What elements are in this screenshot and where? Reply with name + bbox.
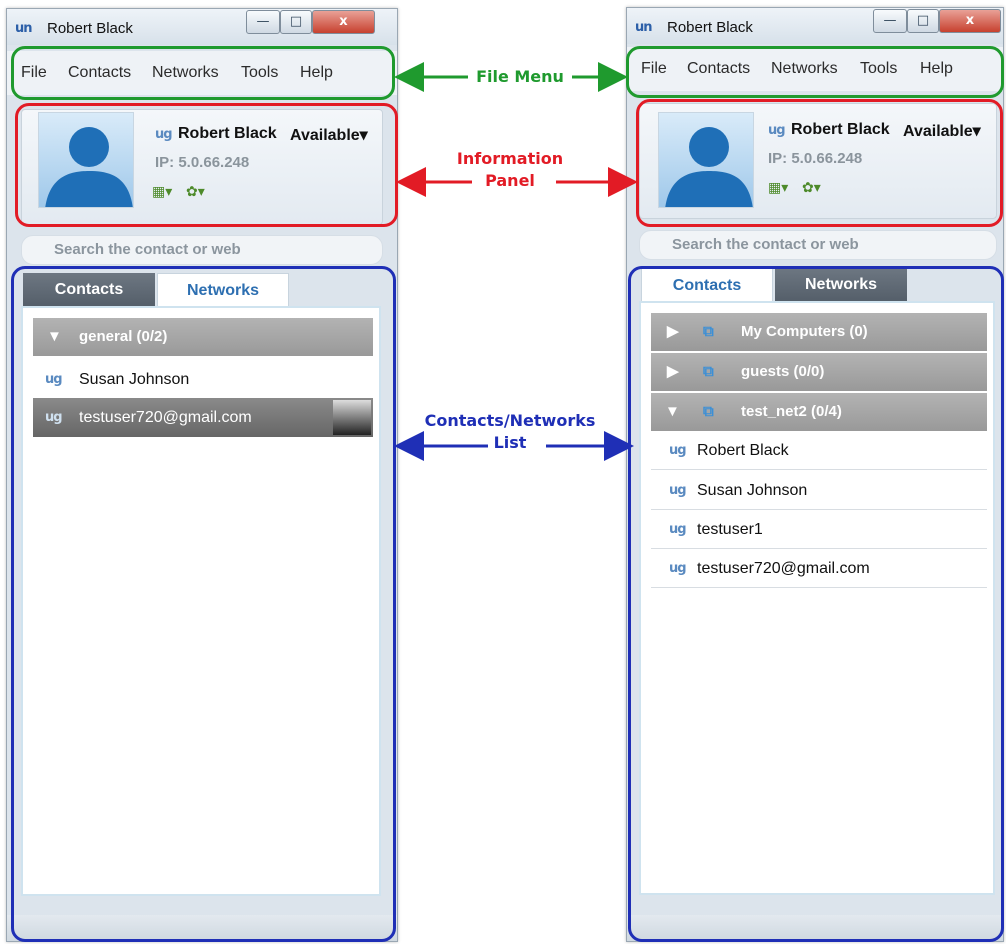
group-label: guests (0/0) (741, 363, 825, 380)
menu-file[interactable]: File (21, 64, 47, 82)
search-input[interactable]: Search the contact or web (21, 235, 383, 265)
group-dropdown-icon[interactable]: ✿▾ (186, 184, 214, 204)
ug-contact-icon: ug (669, 443, 687, 458)
contact-name: testuser1 (697, 521, 763, 538)
group-header[interactable]: ▼ general (0/2) (33, 318, 373, 356)
menu-networks[interactable]: Networks (771, 60, 838, 78)
message-dropdown-icon[interactable]: ▦▾ (768, 180, 796, 200)
expand-triangle-icon: ▶ (667, 323, 679, 340)
menu-networks[interactable]: Networks (152, 64, 219, 82)
contact-name: Robert Black (697, 442, 789, 459)
window-title: Robert Black (47, 20, 133, 37)
close-button[interactable]: x (939, 9, 1001, 33)
list-item[interactable]: ug Susan Johnson (23, 360, 379, 399)
user-name: Robert Black (178, 125, 277, 142)
message-dropdown-icon[interactable]: ▦▾ (152, 184, 180, 204)
status-bar (7, 915, 397, 941)
ip-address: IP: 5.0.66.248 (768, 150, 863, 167)
contact-name: testuser720@gmail.com (697, 560, 870, 577)
titlebar: un Robert Black — □ x (7, 9, 397, 45)
tab-networks[interactable]: Networks (157, 273, 289, 307)
contact-name: Susan Johnson (79, 371, 190, 388)
window-title: Robert Black (667, 19, 753, 36)
file-menu-label: File Menu (476, 67, 564, 86)
group-dropdown-icon[interactable]: ✿▾ (802, 180, 830, 200)
ip-address: IP: 5.0.66.248 (155, 154, 250, 171)
information-panel: ug Robert Black Available▾ IP: 5.0.66.24… (21, 109, 383, 225)
network-group[interactable]: ▶ ⧉ My Computers (0) (651, 313, 987, 351)
menu-contacts[interactable]: Contacts (687, 60, 750, 78)
maximize-button[interactable]: □ (907, 9, 939, 33)
network-group[interactable]: ▶ ⧉ guests (0/0) (651, 353, 987, 391)
tab-networks[interactable]: Networks (775, 268, 907, 302)
ug-status-icon: ug (768, 123, 786, 138)
app-logo-icon: un (15, 21, 33, 36)
contacts-list: ▼ general (0/2) ug Susan Johnson ug test… (21, 306, 381, 896)
menu-file[interactable]: File (641, 60, 667, 78)
list-item[interactable]: ug Susan Johnson (651, 471, 987, 510)
search-input[interactable]: Search the contact or web (639, 230, 997, 260)
menu-help[interactable]: Help (920, 60, 953, 78)
status-label: Available (903, 123, 973, 140)
menu-tools[interactable]: Tools (860, 60, 897, 78)
app-logo-icon: un (635, 20, 653, 35)
menu-help[interactable]: Help (300, 64, 333, 82)
group-label: test_net2 (0/4) (741, 403, 842, 420)
ug-contact-icon: ug (45, 410, 63, 425)
contact-name: testuser720@gmail.com (79, 409, 252, 426)
list-item[interactable]: ug testuser720@gmail.com (33, 398, 373, 437)
titlebar: un Robert Black — □ x (627, 8, 1003, 44)
user-name: Robert Black (791, 121, 890, 138)
maximize-button[interactable]: □ (280, 10, 312, 34)
group-label: My Computers (0) (741, 323, 868, 340)
contact-avatar (333, 400, 371, 435)
list-item[interactable]: ug Robert Black (651, 431, 987, 470)
information-panel: ug Robert Black Available▾ IP: 5.0.66.24… (639, 103, 997, 219)
status-dropdown[interactable]: Available▾ (903, 121, 981, 141)
close-button[interactable]: x (312, 10, 375, 34)
network-group[interactable]: ▼ ⧉ test_net2 (0/4) (651, 393, 987, 431)
contact-name: Susan Johnson (697, 482, 808, 499)
menu-contacts[interactable]: Contacts (68, 64, 131, 82)
minimize-button[interactable]: — (873, 9, 907, 33)
ug-contact-icon: ug (669, 522, 687, 537)
status-dropdown[interactable]: Available▾ (290, 125, 368, 145)
list-item[interactable]: ug testuser720@gmail.com (651, 549, 987, 588)
network-icon: ⧉ (703, 403, 714, 420)
ug-status-icon: ug (155, 127, 173, 142)
minimize-button[interactable]: — (246, 10, 280, 34)
ug-contact-icon: ug (45, 372, 63, 387)
group-label: general (0/2) (79, 328, 168, 345)
right-window: un Robert Black — □ x File Contacts Netw… (626, 7, 1004, 942)
ug-contact-icon: ug (669, 483, 687, 498)
avatar[interactable] (38, 112, 134, 208)
ug-contact-icon: ug (669, 561, 687, 576)
networks-list: ▶ ⧉ My Computers (0) ▶ ⧉ guests (0/0) ▼ … (639, 301, 995, 895)
menu-bar: File Contacts Networks Tools Help (7, 51, 397, 95)
menu-tools[interactable]: Tools (241, 64, 278, 82)
avatar[interactable] (658, 112, 754, 208)
menu-bar: File Contacts Networks Tools Help (627, 47, 1003, 91)
status-bar (627, 915, 1003, 941)
network-icon: ⧉ (703, 363, 714, 380)
expand-triangle-icon: ▼ (665, 403, 680, 420)
list-label: Contacts/Networks List (424, 411, 596, 452)
network-icon: ⧉ (703, 323, 714, 340)
tab-contacts[interactable]: Contacts (641, 268, 773, 302)
list-item[interactable]: ug testuser1 (651, 510, 987, 549)
tab-contacts[interactable]: Contacts (23, 273, 155, 307)
left-window: un Robert Black — □ x File Contacts Netw… (6, 8, 398, 942)
expand-triangle-icon: ▼ (47, 328, 62, 345)
info-panel-label: Information Panel (456, 149, 564, 190)
status-label: Available (290, 127, 360, 144)
expand-triangle-icon: ▶ (667, 363, 679, 380)
